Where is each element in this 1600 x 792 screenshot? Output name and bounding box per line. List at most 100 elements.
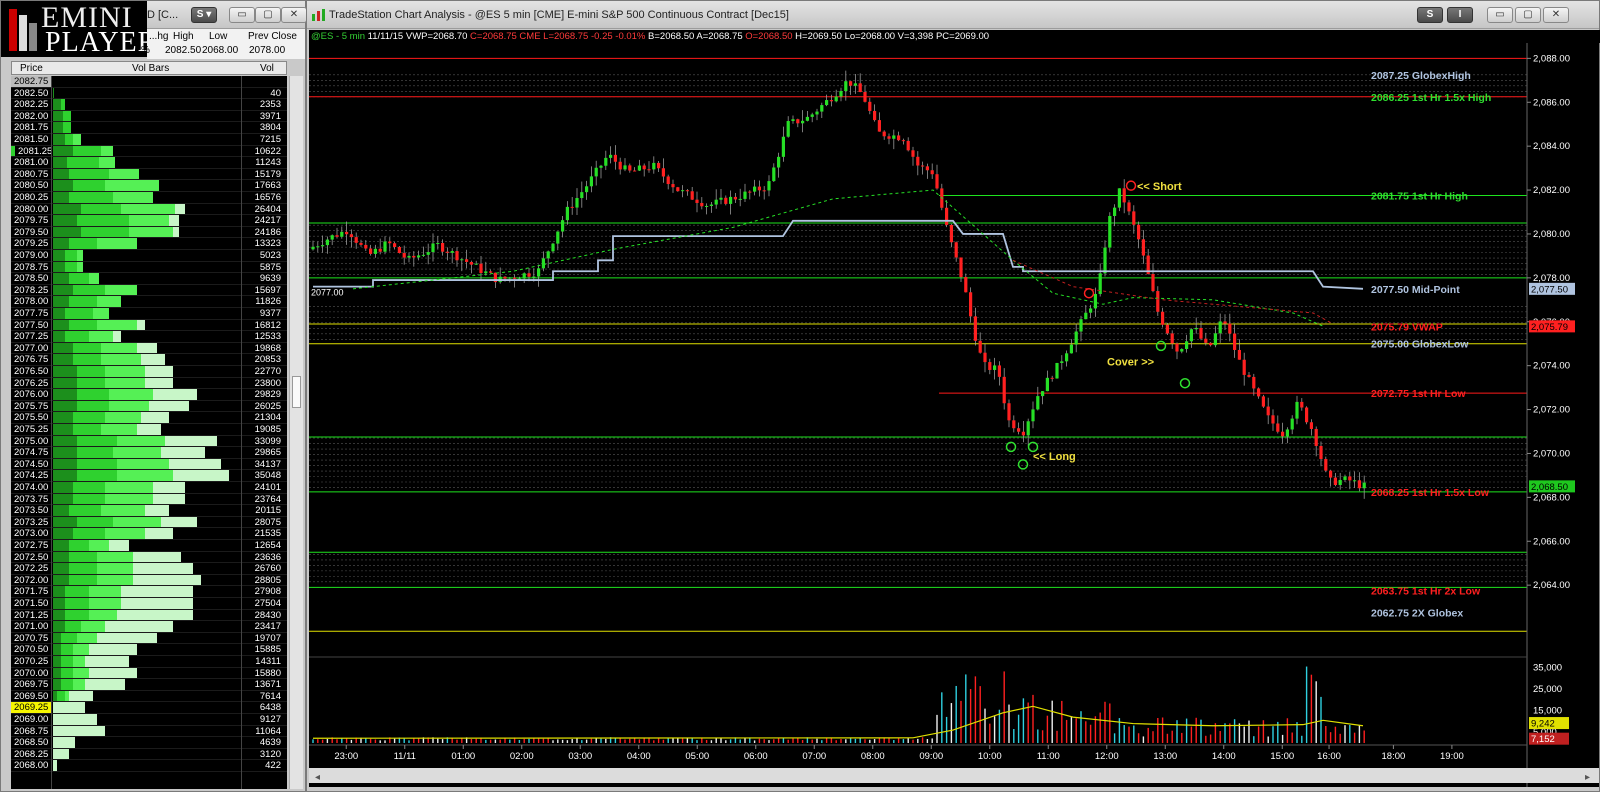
ladder-volume-bar [73, 145, 101, 157]
i-menu-button[interactable]: I [1447, 7, 1473, 23]
red-dashed-line [1012, 259, 1334, 325]
candle-body [565, 206, 569, 221]
candle-body [916, 156, 920, 166]
candle-body [642, 165, 646, 170]
time-axis-label: 03:00 [568, 751, 592, 762]
minimize-button[interactable]: ▭ [229, 7, 255, 23]
ladder-volume-bar [89, 598, 121, 609]
candle-body [1165, 324, 1169, 334]
ladder-volume-bar [53, 192, 69, 203]
price-axis-label: 2,070.00 [1533, 448, 1570, 459]
ladder-volume-bar [73, 482, 105, 493]
level-label: 2081.75 1st Hr High [1371, 191, 1468, 203]
chart-canvas[interactable]: << Short Cover >> << Long 2077.00 2087.25 Gl… [309, 43, 1599, 787]
minimize-button[interactable]: ▭ [1487, 7, 1513, 23]
ladder-price: 2069.75 [14, 679, 49, 691]
candle-body [1300, 401, 1304, 408]
ladder-price: 2075.50 [14, 412, 49, 424]
candle-body [969, 292, 973, 317]
ladder-volume-bar [141, 412, 169, 423]
scroll-left-icon: ◂ [315, 772, 320, 783]
quote-header: ...hg High Low Prev Close % 2082.50 2068… [141, 29, 305, 59]
ladder-volume-bar [53, 447, 77, 458]
ladder-price: 2077.50 [14, 319, 49, 331]
candle-body [988, 362, 992, 370]
ladder-row: 2068.00 422 [11, 760, 287, 772]
candle-body [1276, 423, 1280, 432]
candle-body [1189, 329, 1193, 342]
candle-body [546, 251, 550, 259]
close-button[interactable]: ✕ [1543, 7, 1569, 23]
ladder-volume-bar [153, 493, 185, 505]
ladder-row: 2075.75 26025 [11, 400, 287, 413]
close-button[interactable]: ✕ [281, 7, 307, 23]
horizontal-scrollbar [309, 768, 1599, 783]
candle-body [858, 83, 862, 92]
ladder-volume-bar [73, 424, 101, 435]
candle-body [1002, 376, 1006, 404]
price-axis-label: 2,078.00 [1533, 273, 1570, 284]
ladder-row: 2080.75 15179 [11, 168, 287, 181]
ladder-price: 2072.50 [14, 551, 49, 563]
ladder-volume-bar [65, 609, 89, 621]
ladder-volume-bar [53, 470, 77, 481]
ladder-volume: 24217 [254, 215, 281, 227]
candle-body [479, 263, 483, 274]
ladder-volume-bar [53, 145, 73, 157]
ladder-price: 2074.25 [14, 470, 49, 482]
candle-body [1242, 359, 1246, 375]
ladder-volume-bar [53, 366, 77, 377]
ladder-row: 2074.75 29865 [11, 447, 287, 459]
ladder-volume-bar [53, 412, 73, 423]
ladder-row: 2068.25 3120 [11, 748, 287, 761]
status-field: V=3,398 [897, 31, 936, 42]
ladder-volume-bar [121, 586, 193, 597]
candle-body [388, 241, 392, 244]
ladder-price: 2078.75 [14, 261, 49, 273]
ladder-price: 2071.00 [14, 621, 49, 633]
candle-body [474, 263, 478, 265]
ladder-volume: 11243 [255, 157, 281, 169]
ladder-volume-bar [53, 679, 61, 690]
quote-col-value: 2078.00 [249, 45, 286, 56]
price-axis-label: 2,082.00 [1533, 185, 1570, 196]
ladder-volume-bar [69, 192, 113, 203]
scroll-thumb[interactable] [292, 376, 301, 408]
maximize-button[interactable]: ▢ [1515, 7, 1541, 23]
ladder-price: 2069.50 [14, 690, 49, 702]
ladder-scrollbar[interactable] [289, 76, 303, 789]
ladder-volume-bar [53, 87, 54, 99]
ladder-row: 2073.25 28075 [11, 516, 287, 529]
ladder-row: 2078.00 11826 [11, 296, 287, 308]
ladder-volume-bar [61, 656, 73, 667]
s-menu-button[interactable]: S [1417, 7, 1443, 23]
time-axis-label: 23:00 [334, 751, 358, 762]
chart-titlebar[interactable]: TradeStation Chart Analysis - @ES 5 min … [307, 1, 1599, 29]
price-chart[interactable]: << Short Cover >> << Long 2077.00 2087.25 Gl… [309, 43, 1599, 787]
ladder-volume: 7215 [259, 134, 281, 145]
candle-body [1093, 293, 1097, 309]
candle-body [503, 276, 507, 279]
ladder-volume-bar [53, 377, 77, 389]
ladder-row: 2068.50 4639 [11, 737, 287, 749]
maximize-button[interactable]: ▢ [255, 7, 281, 23]
candle-body [685, 190, 689, 192]
ladder-volume: 7614 [259, 690, 281, 702]
candle-body [834, 96, 838, 102]
ladder-volume: 17663 [254, 180, 281, 192]
ladder-volume-bar [165, 435, 217, 447]
candle-body [647, 169, 651, 171]
ladder-row: 2077.00 19868 [11, 342, 287, 355]
ladder-volume-bar [77, 632, 97, 644]
status-field: O=2068.50 [745, 31, 796, 42]
ladder-volume: 20853 [254, 354, 281, 366]
ladder-row: 2076.00 29829 [11, 389, 287, 401]
ladder-volume-bar [53, 400, 77, 412]
s-menu-button[interactable]: S ▾ [191, 7, 217, 23]
ladder-volume-bar [85, 679, 125, 690]
candle-body [1132, 211, 1136, 225]
ladder-volume-bar [113, 331, 121, 342]
ladder-price: 2073.75 [14, 493, 49, 505]
candle-body [1089, 308, 1093, 313]
ladder-price: 2082.00 [14, 110, 49, 122]
